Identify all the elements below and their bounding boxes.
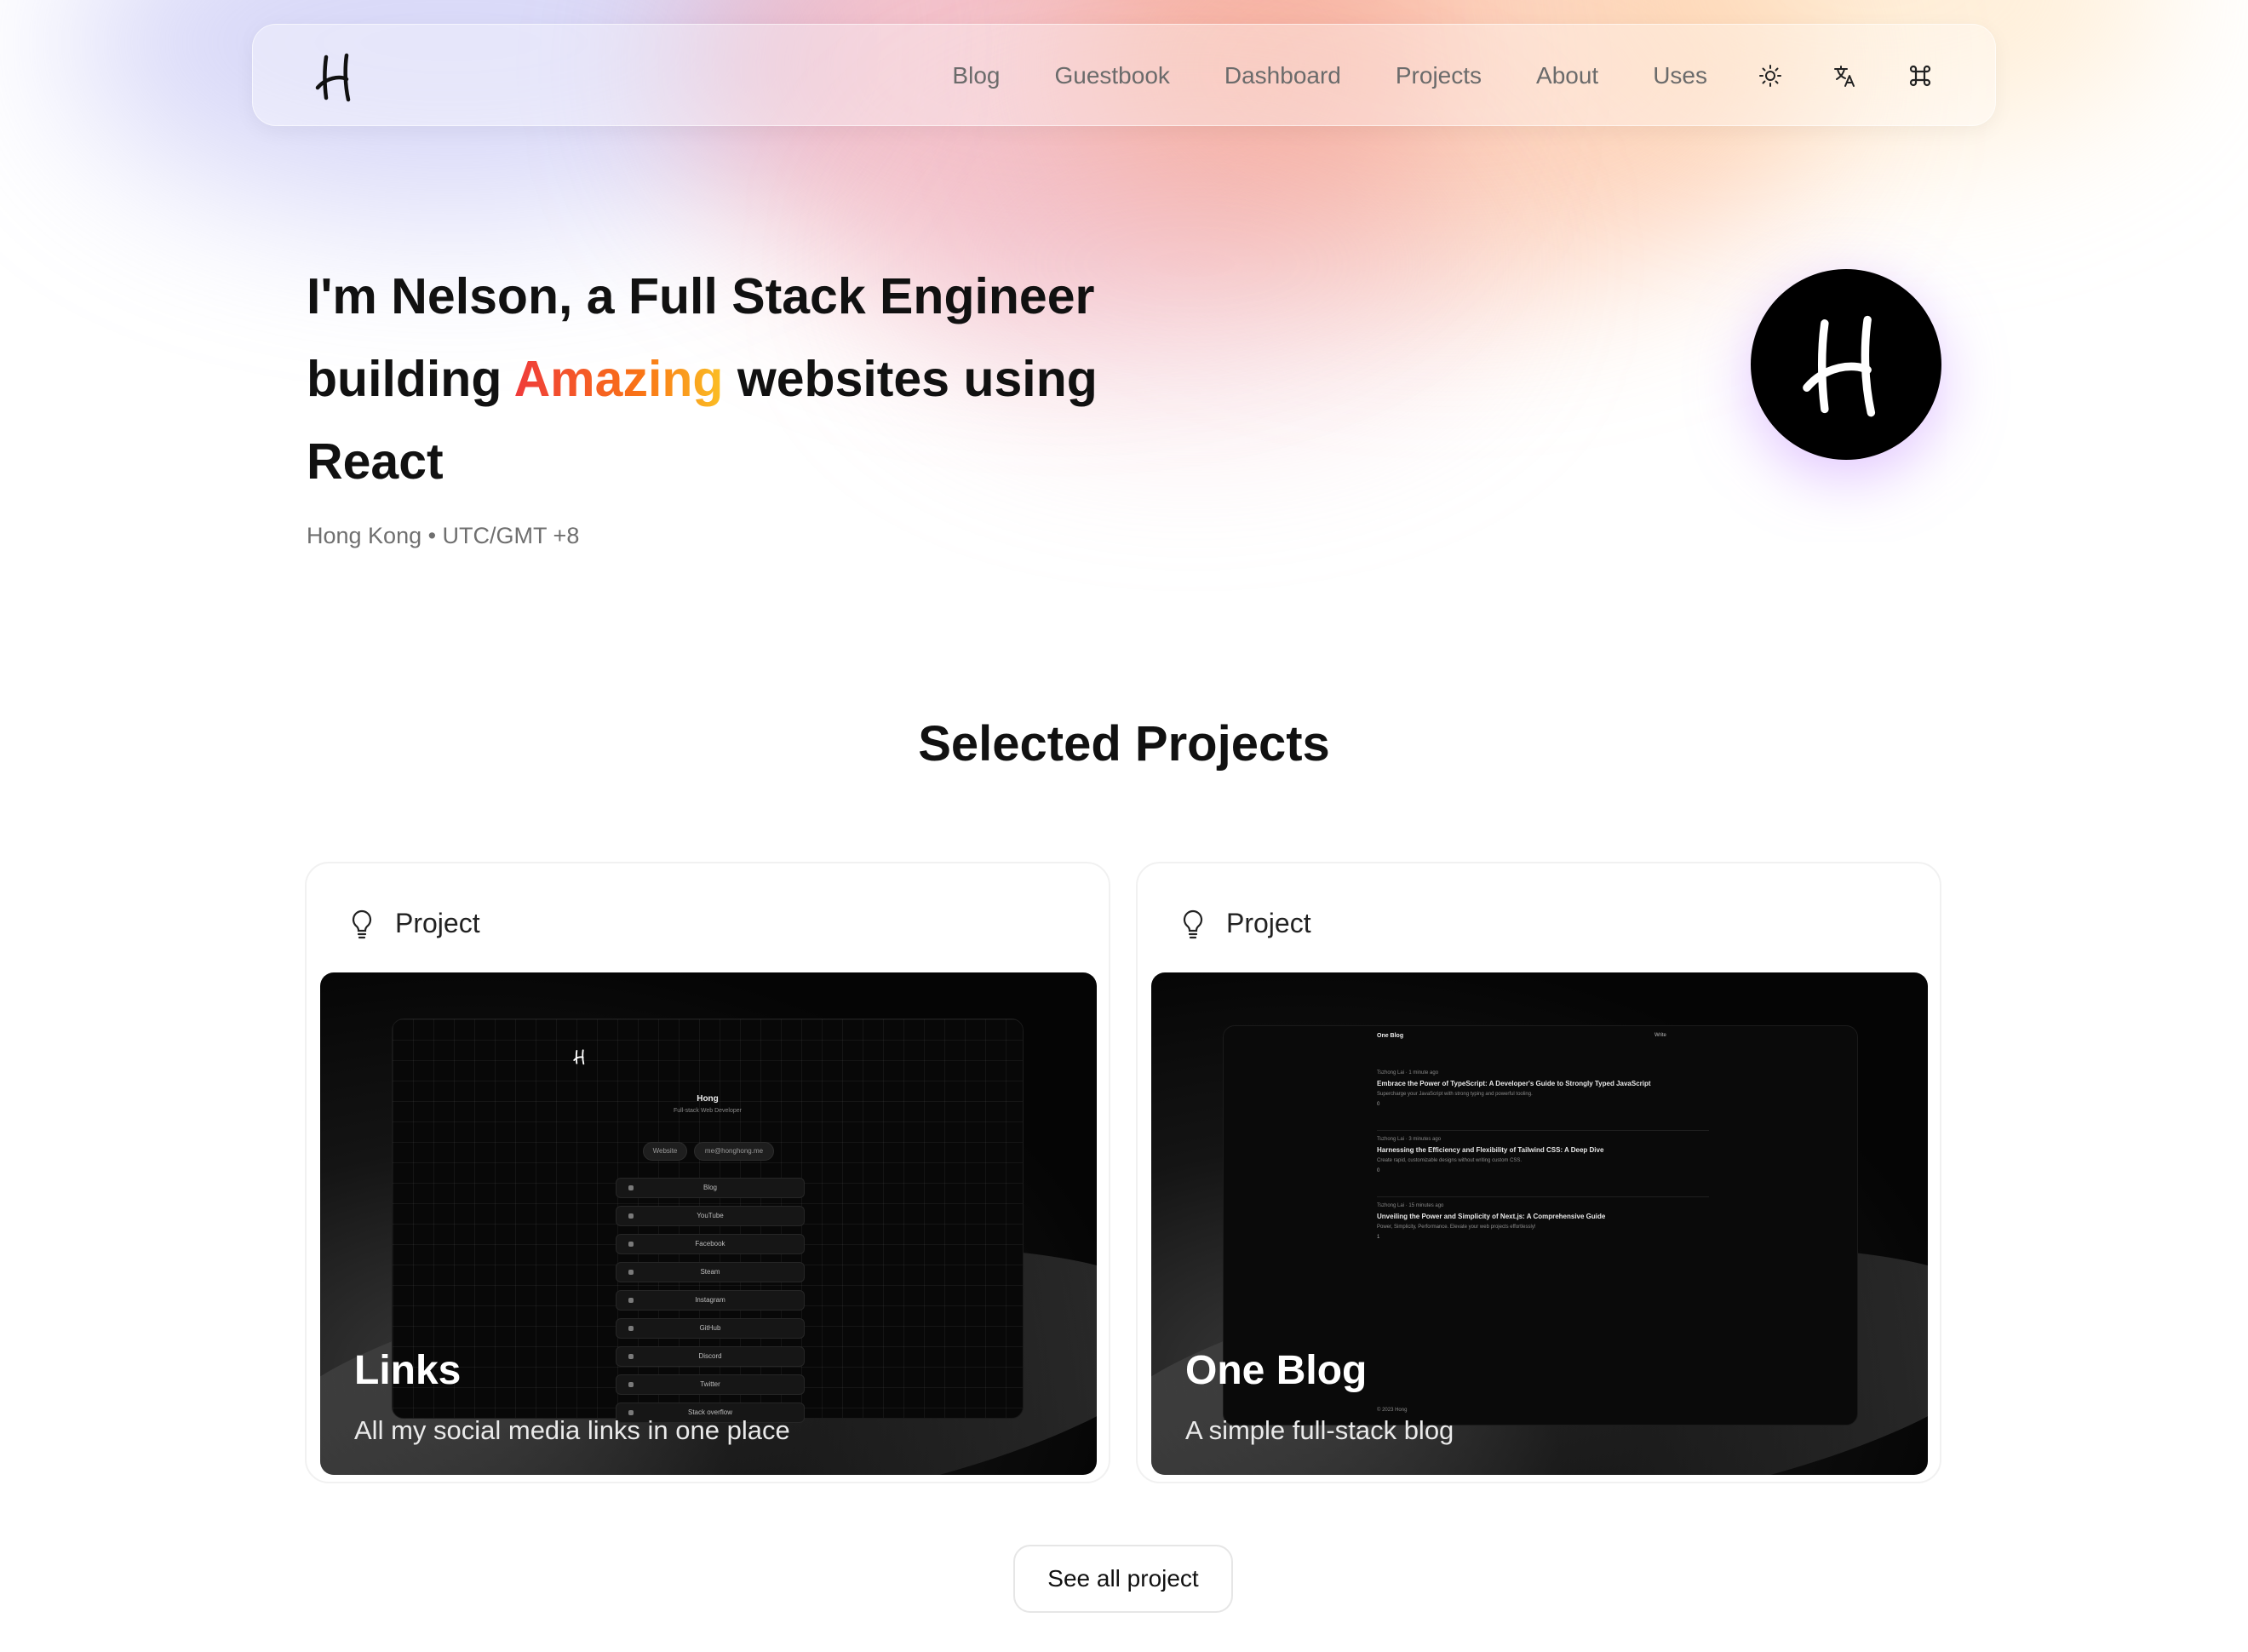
nav-link-about[interactable]: About bbox=[1536, 62, 1598, 89]
project-preview-links: Hong Full-stack Web Developer Website me… bbox=[320, 972, 1097, 1475]
preview-post: Tszhong Lai · 3 minutes ago Harnessing t… bbox=[1377, 1137, 1604, 1173]
preview-write: Write bbox=[1654, 1033, 1666, 1038]
card-header: Project bbox=[1180, 908, 1311, 939]
site-header: Blog Guestbook Dashboard Projects About … bbox=[252, 24, 1996, 126]
preview-link: GitHub bbox=[699, 1324, 721, 1332]
card-tag: Project bbox=[395, 908, 480, 938]
project-card-one-blog[interactable]: Project One Blog Write Tszhong Lai · 1 m… bbox=[1136, 862, 1941, 1483]
preview-pill: Website bbox=[643, 1142, 687, 1161]
card-description: All my social media links in one place bbox=[354, 1415, 790, 1445]
preview-link: Blog bbox=[702, 1184, 717, 1191]
nav-link-guestbook[interactable]: Guestbook bbox=[1054, 62, 1169, 89]
card-title: Links bbox=[354, 1348, 462, 1393]
card-tag: Project bbox=[1226, 908, 1311, 938]
preview-pill: me@honghong.me bbox=[694, 1142, 774, 1161]
h-signature-avatar-icon bbox=[1803, 315, 1876, 417]
preview-link: Facebook bbox=[695, 1240, 725, 1248]
preview-link: Discord bbox=[698, 1352, 722, 1360]
nav-link-blog[interactable]: Blog bbox=[952, 62, 1000, 89]
preview-link: Steam bbox=[700, 1268, 720, 1276]
lightbulb-icon bbox=[1183, 909, 1203, 938]
sun-icon[interactable] bbox=[1746, 52, 1794, 100]
nav-link-dashboard[interactable]: Dashboard bbox=[1224, 62, 1341, 89]
project-preview-one-blog: One Blog Write Tszhong Lai · 1 minute ag… bbox=[1151, 972, 1928, 1475]
translate-icon[interactable] bbox=[1821, 52, 1869, 100]
main-nav: Blog Guestbook Dashboard Projects About … bbox=[897, 25, 1944, 127]
links-preview-screen: Hong Full-stack Web Developer Website me… bbox=[392, 1018, 1024, 1423]
nav-link-uses[interactable]: Uses bbox=[1653, 62, 1707, 89]
h-signature-logo-icon[interactable] bbox=[314, 50, 358, 103]
section-title: Selected Projects bbox=[918, 716, 1330, 772]
lightbulb-icon bbox=[352, 909, 372, 938]
card-title: One Blog bbox=[1185, 1348, 1368, 1393]
hero-title-accent: Amazing bbox=[513, 351, 724, 407]
preview-post: Tszhong Lai · 15 minutes ago Unveiling t… bbox=[1377, 1203, 1606, 1240]
preview-footer: © 2023 Hong bbox=[1377, 1408, 1408, 1413]
card-header: Project bbox=[349, 908, 480, 939]
preview-link: Twitter bbox=[700, 1380, 720, 1388]
location-text: Hong Kong • UTC/GMT +8 bbox=[307, 523, 580, 548]
command-icon[interactable] bbox=[1896, 52, 1944, 100]
see-all-projects-button[interactable]: See all project bbox=[1013, 1545, 1233, 1613]
preview-link: YouTube bbox=[697, 1212, 724, 1219]
preview-name: Hong bbox=[697, 1094, 719, 1104]
card-description: A simple full-stack blog bbox=[1185, 1415, 1454, 1445]
hero-title: I'm Nelson, a Full Stack Engineer buildi… bbox=[307, 255, 1243, 503]
avatar bbox=[1751, 269, 1941, 460]
preview-link: Instagram bbox=[695, 1296, 725, 1304]
preview-brand: One Blog bbox=[1377, 1033, 1404, 1039]
project-card-links[interactable]: Project Hong Full-stack Web Developer We… bbox=[305, 862, 1110, 1483]
preview-post: Tszhong Lai · 1 minute ago Embrace the P… bbox=[1377, 1070, 1651, 1107]
preview-subtitle: Full-stack Web Developer bbox=[673, 1108, 742, 1114]
nav-link-projects[interactable]: Projects bbox=[1396, 62, 1482, 89]
